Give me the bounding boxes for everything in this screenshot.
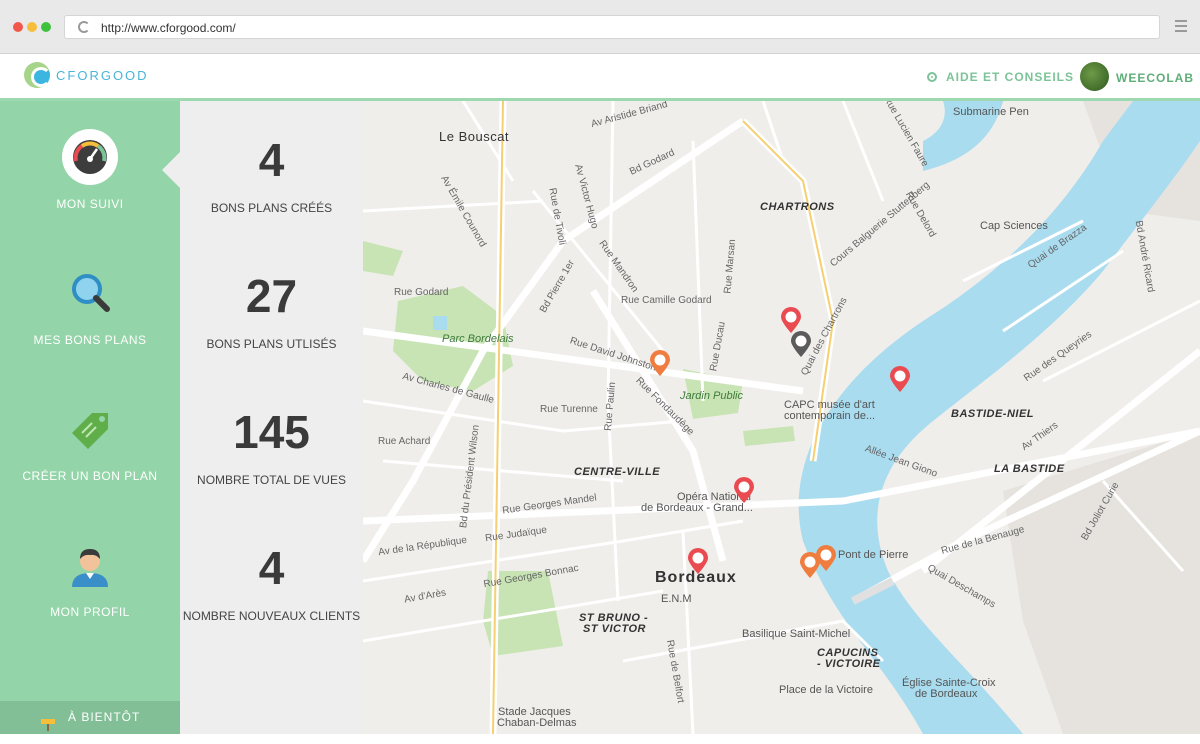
stats-panel: 4 BONS PLANS CRÉÉS 27 BONS PLANS UTLISÉS…: [180, 101, 363, 734]
street-label: Rue Godard: [394, 287, 449, 298]
minimize-window-button[interactable]: [27, 22, 37, 32]
deal-pin-gray[interactable]: [791, 331, 811, 357]
place-label: E.N.M: [661, 593, 692, 605]
maximize-window-button[interactable]: [41, 22, 51, 32]
district-label: CHARTRONS: [760, 201, 835, 213]
sidebar-item-label: MON SUIVI: [56, 197, 124, 211]
target-icon: [927, 72, 937, 82]
sidebar-item-label: MON PROFIL: [50, 605, 130, 619]
place-label: contemporain de...: [784, 410, 876, 422]
stat-value: 27: [245, 270, 298, 322]
place-label: de Bordeaux - Grand...: [641, 502, 753, 514]
deal-pin-red[interactable]: [781, 307, 801, 333]
deal-pin-red[interactable]: [688, 548, 708, 574]
browser-menu-icon[interactable]: [1175, 20, 1187, 35]
sidebar: MON SUIVI MES BONS PLANS CRÉER UN BON PL…: [0, 101, 180, 734]
deal-pin-red[interactable]: [734, 477, 754, 503]
active-item-indicator: [162, 152, 180, 188]
stat-value: 4: [258, 134, 285, 186]
help-label: AIDE ET CONSEILS: [946, 70, 1075, 84]
stat-value: 145: [233, 406, 310, 458]
stat-label: BONS PLANS UTLISÉS: [206, 337, 337, 351]
logo-mark-icon: [24, 62, 50, 88]
sidebar-item-mes-bons-plans[interactable]: MES BONS PLANS: [0, 237, 180, 373]
place-label: Basilique Saint-Michel: [742, 628, 851, 640]
district-label: ST VICTOR: [583, 623, 646, 635]
dashboard-gauge-icon: [62, 129, 118, 185]
stat-bons-plans-utilises: 27 BONS PLANS UTLISÉS: [180, 271, 363, 351]
place-label: Chaban-Delmas: [497, 717, 577, 729]
browser-chrome: http://www.cforgood.com/: [0, 0, 1200, 54]
price-tag-icon: [62, 401, 118, 457]
place-label: Pont de Pierre: [838, 549, 909, 561]
user-icon: [62, 537, 118, 593]
address-bar[interactable]: http://www.cforgood.com/: [64, 15, 1160, 39]
street-label: Rue Achard: [378, 436, 431, 447]
district-label: BASTIDE-NIEL: [951, 408, 1034, 420]
district-label: CENTRE-VILLE: [574, 466, 661, 478]
sidebar-item-creer-bon-plan[interactable]: CRÉER UN BON PLAN: [0, 373, 180, 509]
logo-text: CFORGOOD: [56, 67, 149, 83]
park-label: Parc Bordelais: [442, 333, 514, 345]
stat-label: NOMBRE TOTAL DE VUES: [197, 473, 346, 487]
district-label: LA BASTIDE: [994, 463, 1065, 475]
street-label: Rue Camille Godard: [621, 295, 712, 306]
stat-nouveaux-clients: 4 NOMBRE NOUVEAUX CLIENTS: [180, 543, 363, 623]
map[interactable]: Le Bouscat CHARTRONS Cap Sciences Submar…: [363, 101, 1200, 734]
district-label: - VICTOIRE: [817, 658, 881, 670]
logout-button[interactable]: À BIENTÔT: [0, 701, 180, 734]
deal-pin-orange[interactable]: [816, 545, 836, 571]
stat-value: 4: [258, 542, 285, 594]
signpost-icon: [40, 711, 56, 731]
magnifier-icon: [62, 265, 118, 321]
user-name[interactable]: WEECOLAB: [1116, 71, 1194, 85]
url-text: http://www.cforgood.com/: [101, 21, 236, 35]
stat-label: BONS PLANS CRÉÉS: [210, 201, 333, 215]
park-label: Jardin Public: [680, 390, 743, 402]
sidebar-item-label: MES BONS PLANS: [33, 333, 147, 347]
stat-bons-plans-crees: 4 BONS PLANS CRÉÉS: [180, 135, 363, 215]
place-label: de Bordeaux: [915, 688, 978, 700]
deal-pin-orange[interactable]: [650, 350, 670, 376]
place-label: Submarine Pen: [953, 106, 1029, 118]
app-header: CFORGOOD AIDE ET CONSEILS WEECOLAB: [0, 55, 1200, 101]
street-label: Rue Turenne: [540, 404, 598, 415]
place-label: Le Bouscat: [439, 129, 510, 144]
stat-nombre-vues: 145 NOMBRE TOTAL DE VUES: [180, 407, 363, 487]
sidebar-item-mon-suivi[interactable]: MON SUIVI: [0, 101, 180, 237]
sidebar-item-mon-profil[interactable]: MON PROFIL: [0, 509, 180, 645]
place-label: Place de la Victoire: [779, 684, 873, 696]
logout-label: À BIENTÔT: [68, 710, 141, 724]
logo[interactable]: CFORGOOD: [24, 62, 149, 88]
deal-pin-red[interactable]: [890, 366, 910, 392]
stat-label: NOMBRE NOUVEAUX CLIENTS: [182, 609, 361, 623]
sidebar-item-label: CRÉER UN BON PLAN: [22, 469, 158, 483]
reload-icon[interactable]: [78, 21, 90, 33]
help-link[interactable]: AIDE ET CONSEILS: [927, 70, 1074, 84]
place-label: Cap Sciences: [980, 220, 1048, 232]
close-window-button[interactable]: [13, 22, 23, 32]
avatar[interactable]: [1080, 62, 1109, 91]
